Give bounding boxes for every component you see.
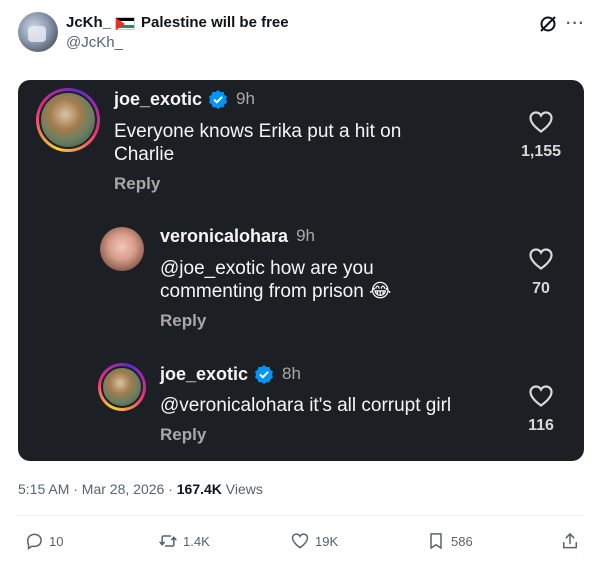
author-avatar[interactable]	[18, 12, 58, 52]
author-name-row[interactable]: JcKh_ Palestine will be free	[66, 14, 289, 32]
commenter-avatar	[100, 227, 144, 271]
commenter-avatar	[98, 363, 146, 411]
verified-badge-icon	[209, 90, 228, 109]
comment-username: joe_exotic	[114, 89, 203, 109]
like-count: 1,155	[520, 143, 562, 160]
more-icon[interactable]: ···	[566, 14, 586, 34]
comment-text: @veronicalohara it's all corrupt girl	[160, 395, 452, 416]
bookmark-action[interactable]: 586	[426, 527, 473, 555]
like-action[interactable]: 19K	[290, 527, 338, 555]
comment-text: Everyone knows Erika put a hit on Charli…	[114, 121, 402, 165]
like-count-total: 19K	[315, 533, 339, 549]
like-count: 70	[532, 280, 550, 297]
reply-action[interactable]: 10	[24, 527, 63, 555]
repost-action[interactable]: 1.4K	[158, 527, 210, 555]
reply-count: 10	[49, 533, 64, 549]
commenter-avatar	[36, 88, 100, 152]
divider	[18, 515, 584, 516]
bookmark-count: 586	[451, 533, 473, 549]
verified-badge-icon	[255, 365, 274, 384]
share-icon	[563, 533, 577, 549]
bookmark-icon	[430, 533, 442, 549]
tweet-meta: 5:15 AM · Mar 28, 2026 · 167.4K Views	[18, 480, 263, 498]
repost-count: 1.4K	[183, 533, 210, 549]
palestine-flag-icon	[115, 16, 136, 30]
views-count: 167.4K	[176, 481, 222, 497]
repost-icon	[159, 535, 177, 547]
grok-icon[interactable]	[538, 14, 558, 34]
author-handle[interactable]: @JcKh_	[66, 34, 123, 52]
author-name-suffix[interactable]: Palestine will be free	[141, 14, 289, 32]
heart-icon[interactable]	[528, 247, 554, 271]
reply-button[interactable]: Reply	[114, 174, 160, 194]
comment-time: 9h	[236, 89, 255, 108]
reply-button[interactable]: Reply	[160, 425, 206, 445]
share-action[interactable]	[560, 527, 585, 555]
views-label: Views	[221, 481, 263, 497]
comment-header: joe_exotic 9h	[114, 88, 255, 110]
comment-text: @joe_exotic how are you commenting from …	[160, 258, 392, 302]
reply-button[interactable]: Reply	[160, 311, 206, 331]
comment-time: 8h	[282, 364, 301, 383]
comment-username: veronicalohara	[160, 226, 289, 246]
embedded-comments-card: joe_exotic 9h Everyone knows Erika put a…	[18, 80, 584, 461]
heart-icon[interactable]	[528, 384, 554, 408]
tweet-timestamp[interactable]: 5:15 AM · Mar 28, 2026 ·	[18, 481, 177, 497]
like-count: 116	[528, 417, 554, 434]
author-name[interactable]: JcKh_	[66, 14, 111, 32]
reply-icon	[26, 533, 42, 550]
like-icon	[291, 533, 309, 549]
comment-header: veronicalohara 9h	[160, 225, 315, 247]
heart-icon[interactable]	[528, 110, 554, 134]
action-bar: 10 1.4K 19K 586	[0, 527, 614, 555]
comment-username: joe_exotic	[160, 364, 249, 384]
comment-header: joe_exotic 8h	[160, 363, 301, 385]
comment-time: 9h	[296, 226, 315, 245]
